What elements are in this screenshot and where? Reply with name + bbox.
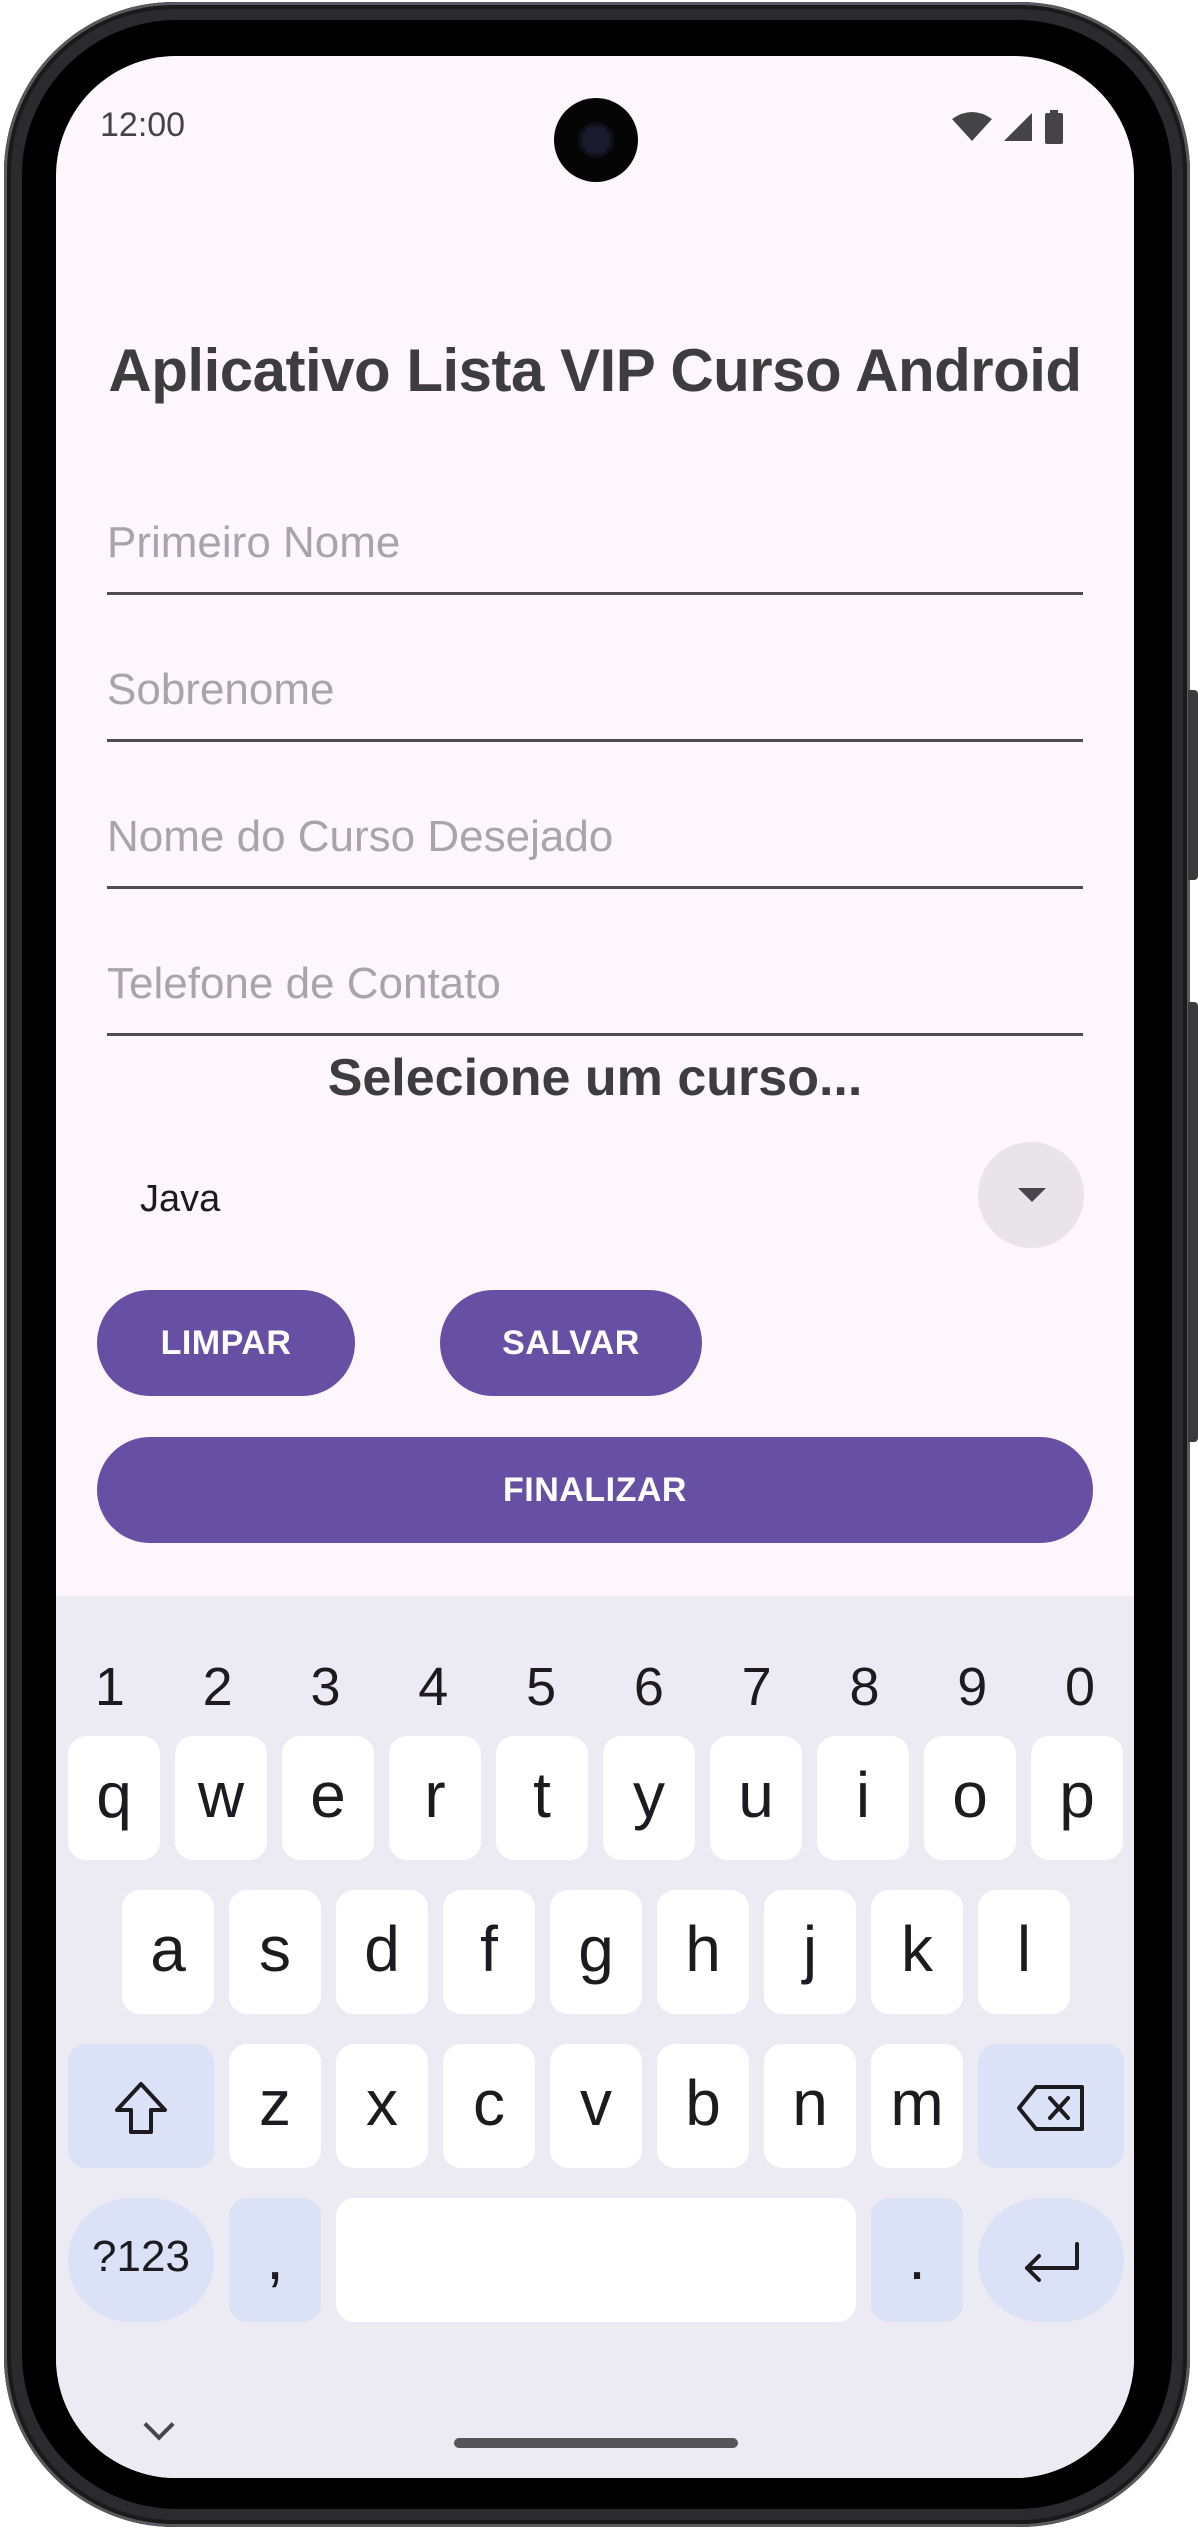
- hide-keyboard-chevron-icon[interactable]: [143, 2409, 175, 2441]
- last-name-field: [107, 657, 1083, 742]
- status-icons: [952, 110, 1064, 144]
- wifi-icon: [952, 112, 992, 141]
- space-key[interactable]: [336, 2198, 856, 2322]
- volume-button: [1188, 1002, 1198, 1442]
- key-o[interactable]: o: [924, 1736, 1016, 1860]
- course-name-field: [107, 804, 1083, 889]
- key-8[interactable]: 8: [811, 1656, 919, 1718]
- key-v[interactable]: v: [550, 2044, 642, 2168]
- screen: 12:00 Aplicativo Lista VIP Curso Android…: [56, 56, 1134, 2478]
- key-d[interactable]: d: [336, 1890, 428, 2014]
- select-course-label: Selecione um curso...: [327, 1049, 863, 1107]
- first-name-field: [107, 510, 1083, 595]
- enter-key[interactable]: [978, 2198, 1124, 2322]
- signal-icon: [1004, 113, 1032, 141]
- finish-button[interactable]: FINALIZAR: [97, 1437, 1093, 1543]
- key-z[interactable]: z: [229, 2044, 321, 2168]
- key-2[interactable]: 2: [164, 1656, 272, 1718]
- key-3[interactable]: 3: [272, 1656, 380, 1718]
- save-button[interactable]: SALVAR: [440, 1290, 702, 1396]
- dropdown-arrow-icon[interactable]: [978, 1142, 1084, 1248]
- key-t[interactable]: t: [496, 1736, 588, 1860]
- phone-input[interactable]: [107, 951, 1083, 1009]
- key-k[interactable]: k: [871, 1890, 963, 2014]
- key-1[interactable]: 1: [56, 1656, 164, 1718]
- key-h[interactable]: h: [657, 1890, 749, 2014]
- backspace-icon: [1017, 2085, 1084, 2132]
- clear-button[interactable]: LIMPAR: [97, 1290, 355, 1396]
- key-4[interactable]: 4: [379, 1656, 487, 1718]
- shift-icon: [115, 2082, 167, 2135]
- comma-key[interactable]: ,: [229, 2198, 321, 2322]
- key-b[interactable]: b: [657, 2044, 749, 2168]
- phone-field: [107, 951, 1083, 1036]
- key-f[interactable]: f: [443, 1890, 535, 2014]
- key-e[interactable]: e: [282, 1736, 374, 1860]
- key-s[interactable]: s: [229, 1890, 321, 2014]
- power-button: [1188, 690, 1198, 880]
- key-l[interactable]: l: [978, 1890, 1070, 2014]
- key-r[interactable]: r: [389, 1736, 481, 1860]
- symbols-key[interactable]: ?123: [68, 2198, 214, 2322]
- course-name-input[interactable]: [107, 804, 1083, 862]
- home-indicator[interactable]: [454, 2438, 738, 2448]
- enter-icon: [1025, 2242, 1079, 2283]
- key-0[interactable]: 0: [1026, 1656, 1134, 1718]
- key-a[interactable]: a: [122, 1890, 214, 2014]
- key-y[interactable]: y: [603, 1736, 695, 1860]
- backspace-key[interactable]: [978, 2044, 1124, 2168]
- page-title: Aplicativo Lista VIP Curso Android: [108, 337, 1082, 404]
- battery-icon: [1045, 110, 1063, 144]
- key-p[interactable]: p: [1031, 1736, 1123, 1860]
- key-m[interactable]: m: [871, 2044, 963, 2168]
- key-g[interactable]: g: [550, 1890, 642, 2014]
- key-6[interactable]: 6: [595, 1656, 703, 1718]
- device: 12:00 Aplicativo Lista VIP Curso Android…: [0, 0, 1198, 2531]
- front-camera: [554, 98, 638, 182]
- key-5[interactable]: 5: [487, 1656, 595, 1718]
- first-name-input[interactable]: [107, 510, 1083, 568]
- key-n[interactable]: n: [764, 2044, 856, 2168]
- key-i[interactable]: i: [817, 1736, 909, 1860]
- last-name-input[interactable]: [107, 657, 1083, 715]
- key-7[interactable]: 7: [703, 1656, 811, 1718]
- key-c[interactable]: c: [443, 2044, 535, 2168]
- number-row: 1 2 3 4 5 6 7 8 9 0: [56, 1656, 1134, 1718]
- key-j[interactable]: j: [764, 1890, 856, 2014]
- key-q[interactable]: q: [68, 1736, 160, 1860]
- status-time: 12:00: [100, 106, 186, 144]
- key-x[interactable]: x: [336, 2044, 428, 2168]
- shift-key[interactable]: [68, 2044, 214, 2168]
- key-u[interactable]: u: [710, 1736, 802, 1860]
- key-w[interactable]: w: [175, 1736, 267, 1860]
- soft-keyboard: 1 2 3 4 5 6 7 8 9 0 q w e r t y u i o p: [56, 1596, 1134, 2478]
- course-spinner-value[interactable]: Java: [140, 1178, 220, 1221]
- period-key[interactable]: .: [871, 2198, 963, 2322]
- key-9[interactable]: 9: [918, 1656, 1026, 1718]
